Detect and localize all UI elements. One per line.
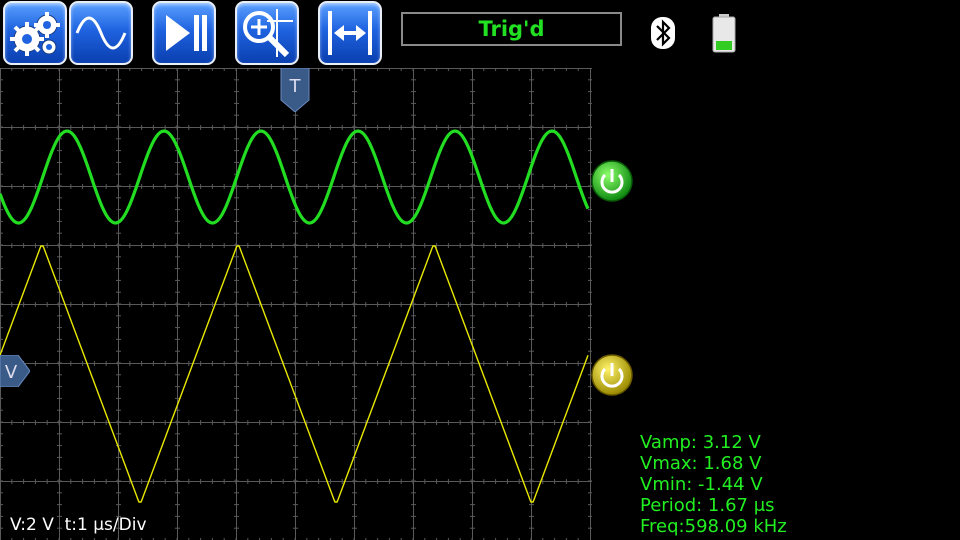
waveform-button[interactable] xyxy=(69,1,133,65)
vmax-readout: Vmax: 1.68 V xyxy=(640,453,762,474)
gears-icon xyxy=(10,12,60,56)
trigger-status: Trig'd xyxy=(401,12,622,46)
ch2-power-button[interactable] xyxy=(590,353,634,397)
scope-display[interactable] xyxy=(0,68,592,540)
vamp-readout: Vamp: 3.12 V xyxy=(640,432,761,453)
vmin-readout: Vmin: -1.44 V xyxy=(640,474,763,495)
trigger-position-marker[interactable]: T xyxy=(280,68,310,112)
scale-readout: V:2 V t:1 μs/Div xyxy=(10,515,147,535)
freq-readout: Freq:598.09 kHz xyxy=(640,516,787,537)
sine-wave-icon xyxy=(75,16,127,50)
measurements-panel: Vamp: 3.12 V Vmax: 1.68 V Vmin: -1.44 V … xyxy=(640,432,787,537)
zoom-cursor-icon xyxy=(243,9,293,58)
ch1-power-button[interactable] xyxy=(590,159,634,203)
vertical-marker-label: V xyxy=(5,362,18,383)
scope-grid xyxy=(0,68,592,540)
settings-button[interactable] xyxy=(3,1,67,65)
play-pause-icon xyxy=(166,15,207,51)
bluetooth-icon xyxy=(651,17,675,49)
battery-icon xyxy=(712,14,736,53)
horizontal-fit-icon xyxy=(328,11,372,55)
run-stop-button[interactable] xyxy=(152,1,216,65)
zoom-button[interactable] xyxy=(235,1,299,65)
period-readout: Period: 1.67 μs xyxy=(640,495,775,516)
vertical-offset-marker[interactable]: V xyxy=(0,355,30,387)
fit-horizontal-button[interactable] xyxy=(318,1,382,65)
trigger-marker-label: T xyxy=(289,76,302,97)
